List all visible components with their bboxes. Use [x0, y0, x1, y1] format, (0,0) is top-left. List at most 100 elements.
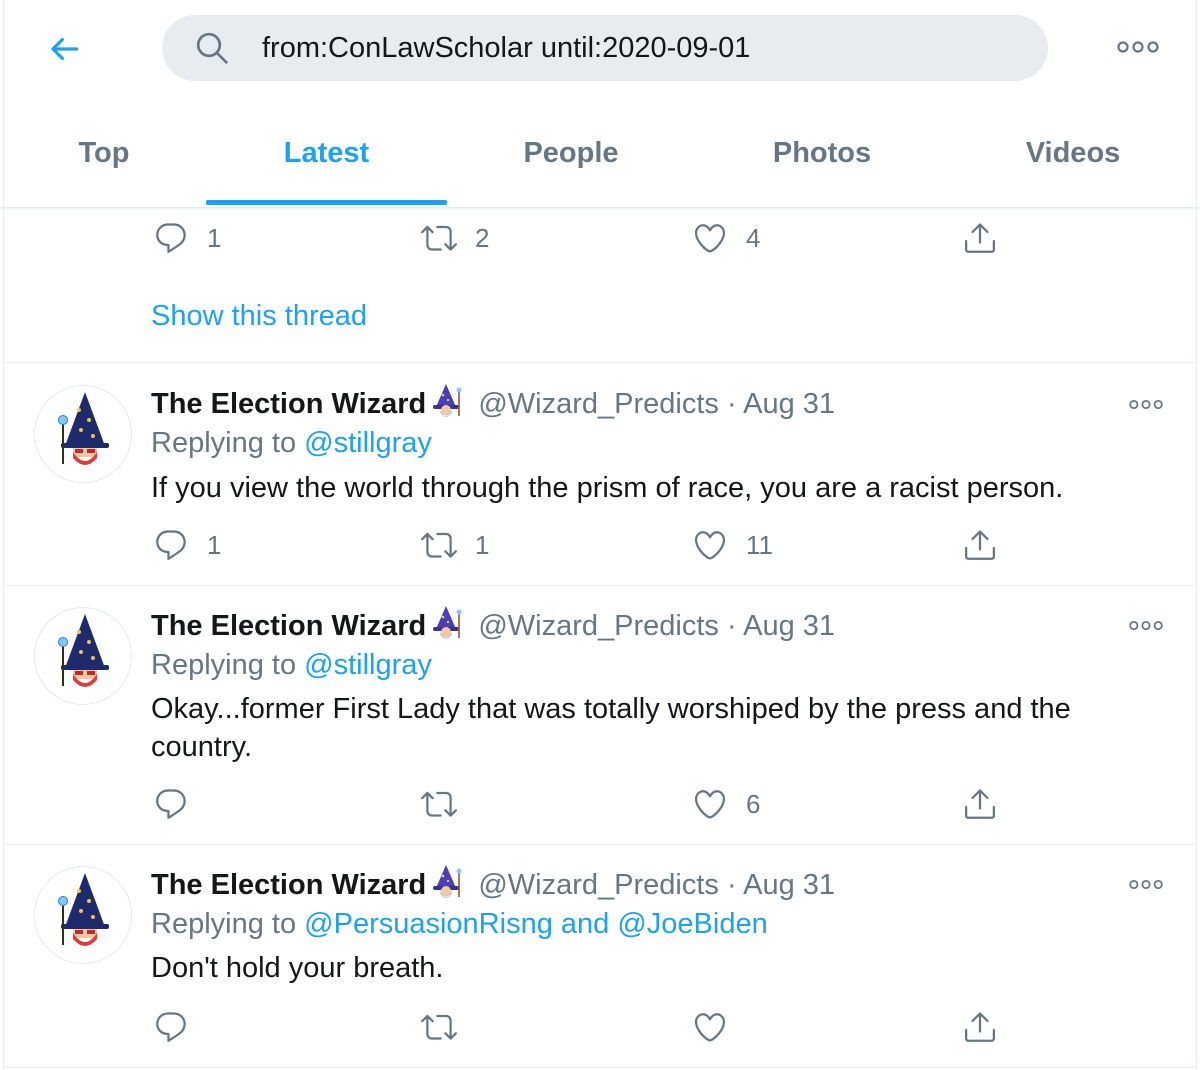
retweet-count: 2: [475, 222, 490, 253]
tweet-text: Okay...former First Lady that was totall…: [151, 693, 1071, 763]
tweet[interactable]: The Election Wizard @Wizard_Predicts · A…: [0, 586, 1200, 844]
tweet-header: The Election Wizard @Wizard_Predicts · A…: [151, 605, 835, 645]
arrow-left-icon: [45, 30, 83, 68]
search-box[interactable]: [162, 15, 1048, 81]
share-button[interactable]: [962, 527, 998, 563]
tweet-date[interactable]: Aug 31: [743, 610, 835, 642]
reply-button[interactable]: 1: [153, 527, 221, 563]
separator-dot: ·: [726, 610, 737, 642]
tweet-more-icon[interactable]: [1128, 398, 1164, 411]
reply-count: 1: [207, 222, 222, 253]
wizard-emoji-icon: [428, 605, 464, 639]
reply-button[interactable]: 1: [153, 220, 221, 256]
reply-bubble-icon: [153, 220, 189, 256]
tab-people[interactable]: People: [447, 100, 695, 206]
wizard-emoji-icon: [428, 383, 464, 417]
tweet-header: The Election Wizard @Wizard_Predicts · A…: [151, 383, 835, 423]
share-button[interactable]: [962, 220, 998, 256]
mention-link[interactable]: @PersuasionRisng: [304, 908, 553, 940]
search-input[interactable]: [262, 15, 1022, 81]
mention-link[interactable]: @JoeBiden: [617, 908, 767, 940]
like-button[interactable]: 6: [692, 786, 760, 822]
back-button[interactable]: [40, 27, 88, 71]
tweet-text: Don't hold your breath.: [151, 952, 444, 984]
tweet-more-icon[interactable]: [1128, 878, 1164, 891]
share-upload-icon: [962, 220, 998, 256]
display-name[interactable]: The Election Wizard: [151, 388, 426, 420]
heart-icon: [692, 1009, 728, 1045]
reply-button[interactable]: [153, 1009, 189, 1045]
tweet-divider: [4, 1067, 1196, 1068]
search-icon: [194, 30, 230, 66]
share-upload-icon: [962, 527, 998, 563]
avatar[interactable]: [34, 607, 132, 705]
search-header: [0, 0, 1200, 100]
replying-to-label: Replying to: [151, 908, 297, 940]
retweet-button[interactable]: [421, 786, 475, 822]
tweet-more-icon[interactable]: [1128, 619, 1164, 632]
like-count: 6: [746, 788, 761, 819]
wizard-avatar-image: [35, 867, 132, 964]
show-thread-link[interactable]: Show this thread: [151, 300, 367, 333]
like-button[interactable]: 11: [692, 527, 773, 563]
mention-link[interactable]: @stillgray: [304, 649, 432, 681]
wizard-emoji-icon: [428, 864, 464, 898]
reply-count: 1: [207, 529, 222, 560]
share-button[interactable]: [962, 1009, 998, 1045]
more-options-icon[interactable]: [1116, 39, 1160, 55]
heart-icon: [692, 220, 728, 256]
reply-bubble-icon: [153, 786, 189, 822]
active-tab-indicator: [206, 200, 447, 205]
share-button[interactable]: [962, 786, 998, 822]
wizard-avatar-image: [35, 386, 132, 483]
tweet[interactable]: The Election Wizard @Wizard_Predicts · A…: [0, 363, 1200, 585]
mention-link[interactable]: @stillgray: [304, 427, 432, 459]
mention-joiner: and: [560, 908, 610, 940]
replying-to: Replying to @PersuasionRisng and @JoeBid…: [151, 908, 768, 941]
retweet-button[interactable]: 1: [421, 527, 489, 563]
reply-bubble-icon: [153, 527, 189, 563]
retweet-icon: [421, 1009, 457, 1045]
retweet-count: 1: [475, 529, 490, 560]
reply-button[interactable]: [153, 786, 207, 822]
like-button[interactable]: 4: [692, 220, 760, 256]
retweet-button[interactable]: 2: [421, 220, 489, 256]
tab-photos[interactable]: Photos: [695, 100, 949, 206]
tabs-divider: [0, 207, 1200, 211]
retweet-icon: [421, 786, 457, 822]
tweet-date[interactable]: Aug 31: [743, 869, 835, 901]
like-button[interactable]: [692, 1009, 728, 1045]
retweet-button[interactable]: [421, 1009, 457, 1045]
separator-dot: ·: [726, 388, 737, 420]
reply-bubble-icon: [153, 1009, 189, 1045]
separator-dot: ·: [726, 869, 737, 901]
display-name[interactable]: The Election Wizard: [151, 610, 426, 642]
search-tabs: Top Latest People Photos Videos: [0, 100, 1200, 208]
tab-videos[interactable]: Videos: [949, 100, 1197, 206]
replying-to-label: Replying to: [151, 649, 297, 681]
replying-to: Replying to @stillgray: [151, 427, 432, 460]
heart-icon: [692, 786, 728, 822]
tweet-header: The Election Wizard @Wizard_Predicts · A…: [151, 864, 835, 904]
heart-icon: [692, 527, 728, 563]
tweet-text: If you view the world through the prism …: [151, 472, 1064, 504]
like-count: 4: [746, 222, 761, 253]
user-handle[interactable]: @Wizard_Predicts: [478, 869, 719, 901]
replying-to-label: Replying to: [151, 427, 297, 459]
avatar[interactable]: [34, 385, 132, 483]
retweet-icon: [421, 220, 457, 256]
replying-to: Replying to @stillgray: [151, 649, 432, 682]
tweet-date[interactable]: Aug 31: [743, 388, 835, 420]
share-upload-icon: [962, 1009, 998, 1045]
user-handle[interactable]: @Wizard_Predicts: [478, 610, 719, 642]
like-count: 11: [746, 529, 773, 560]
tab-top[interactable]: Top: [0, 100, 208, 206]
tweet[interactable]: The Election Wizard @Wizard_Predicts · A…: [0, 845, 1200, 1067]
tab-latest[interactable]: Latest: [206, 100, 447, 206]
user-handle[interactable]: @Wizard_Predicts: [478, 388, 719, 420]
retweet-icon: [421, 527, 457, 563]
share-upload-icon: [962, 786, 998, 822]
wizard-avatar-image: [35, 608, 132, 705]
display-name[interactable]: The Election Wizard: [151, 869, 426, 901]
avatar[interactable]: [34, 866, 132, 964]
